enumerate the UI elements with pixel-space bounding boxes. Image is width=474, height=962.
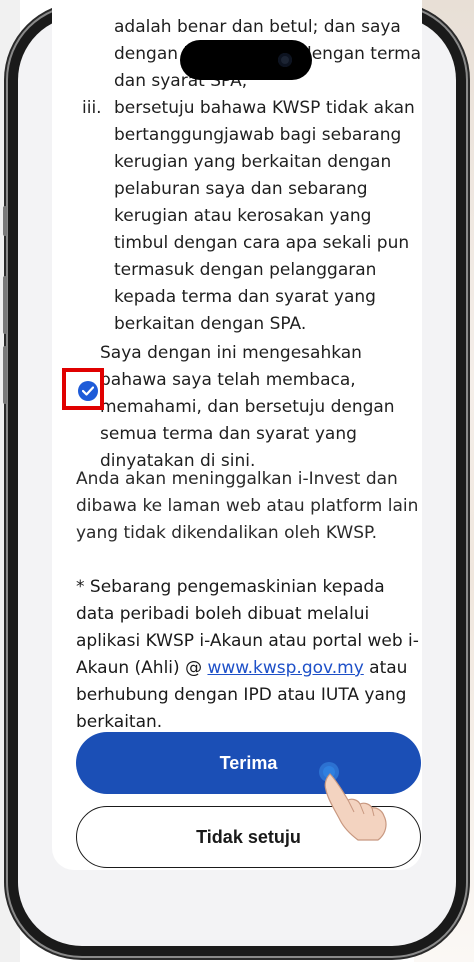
checkbox-highlight [62,368,104,410]
tap-hand-icon [319,762,387,841]
phone-button [3,276,7,334]
terms-item-iii: iii. bersetuju bahawa KWSP tidak akan be… [78,95,418,338]
consent-text: Saya dengan ini mengesahkan bahawa saya … [100,343,395,471]
list-number: iii. [82,98,102,118]
terms-item-text: bersetuju bahawa KWSP tidak akan bertang… [114,98,415,334]
leaving-notice: Anda akan meninggalkan i-Invest dan diba… [76,469,419,543]
phone-button [3,206,7,236]
kwsp-link[interactable]: www.kwsp.gov.my [207,658,363,678]
dynamic-island [180,40,312,80]
accept-button-label: Terima [219,752,278,773]
terms-line: adalah benar dan betul; dan saya [114,17,401,37]
decline-button-label: Tidak setuju [196,826,301,847]
phone-button [3,346,7,404]
camera-icon [278,53,292,67]
update-note: * Sebarang pengemaskinian kepada data pe… [76,574,421,736]
